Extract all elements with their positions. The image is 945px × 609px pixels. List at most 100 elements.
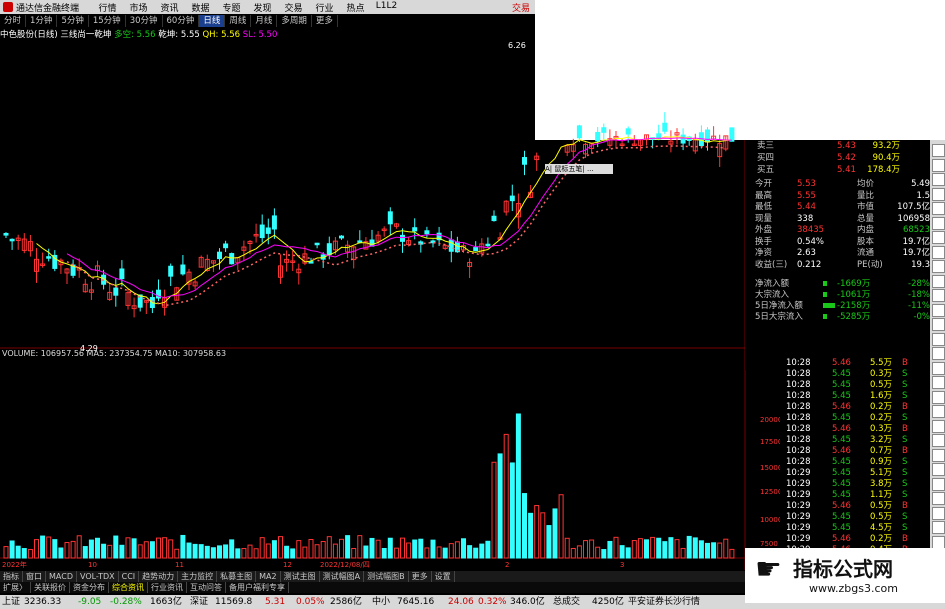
info-tab[interactable]: 备用户福利专享 [226, 582, 289, 593]
indicator-tab[interactable]: CCI [119, 571, 140, 582]
app-logo-icon [3, 2, 13, 12]
tick-volume: 5.1万 [870, 468, 893, 478]
volume-info: VOLUME: 106957.56 MA5: 237354.75 MA10: 3… [2, 349, 226, 358]
indicator-tab[interactable]: 测试主图 [281, 571, 320, 582]
side-tool-icon[interactable] [932, 521, 945, 534]
stat-row: 净资 2.63 流通 19.7亿 [745, 247, 930, 259]
side-tool-icon[interactable] [932, 463, 945, 476]
side-tool-icon[interactable] [932, 289, 945, 302]
indicator-tab[interactable]: 私募主图 [217, 571, 257, 582]
side-tool-icon[interactable] [932, 318, 945, 331]
side-tool-icon[interactable] [932, 448, 945, 462]
indicator-name[interactable]: 三线尚一乾坤 [60, 30, 111, 40]
volume-bar [717, 542, 723, 559]
tick-direction: S [902, 512, 908, 522]
side-tool-icon[interactable] [932, 245, 945, 259]
side-tool-icon[interactable] [932, 144, 945, 157]
volume-bar [162, 537, 168, 559]
side-tool-icon[interactable] [932, 202, 945, 215]
indicator-tab[interactable]: 测试幅图A [320, 571, 365, 582]
candle-body [448, 239, 454, 252]
side-tool-icon[interactable] [932, 376, 945, 389]
side-tool-icon[interactable] [932, 187, 945, 201]
indicator-tab[interactable]: MA2 [256, 571, 281, 582]
period-tab[interactable]: 60分钟 [163, 15, 200, 27]
info-tab[interactable]: 资金分布 [70, 582, 109, 593]
tick-volume: 3.2万 [870, 435, 893, 445]
period-tab[interactable]: 30分钟 [126, 15, 163, 27]
side-tool-icon[interactable] [932, 361, 945, 375]
info-tab[interactable]: 互动问答 [187, 582, 226, 593]
volume-bar [461, 538, 466, 559]
period-tab[interactable]: 多周期 [277, 15, 312, 27]
side-tool-icon[interactable] [932, 216, 945, 230]
menu-item[interactable]: 发现 [247, 1, 278, 14]
info-tab[interactable]: 行业资讯 [148, 582, 187, 593]
indicator-tab[interactable]: 主力监控 [178, 571, 218, 582]
side-tool-icon[interactable] [932, 332, 945, 346]
volume-bar [180, 534, 186, 559]
period-tab[interactable]: 更多 [312, 15, 338, 27]
menu-item[interactable]: 数据 [185, 1, 216, 14]
side-tool-icon[interactable] [932, 434, 945, 447]
menu-item[interactable]: 资讯 [154, 1, 185, 14]
total-label: 总成交 [553, 597, 581, 607]
side-tool-icon[interactable] [932, 260, 945, 273]
side-tool-icon[interactable] [932, 158, 945, 172]
side-tool-icon[interactable] [932, 303, 945, 317]
tick-time: 10:29 [786, 468, 811, 478]
indicator-tab[interactable]: 指标 [0, 571, 23, 582]
info-tab[interactable]: 扩展〉 [0, 582, 31, 593]
high-price-label: 6.26 [508, 41, 526, 50]
side-tool-icon[interactable] [932, 231, 945, 244]
side-tool-icon[interactable] [932, 477, 945, 491]
indicator-tab[interactable]: 设置 [432, 571, 455, 582]
menu-item[interactable]: 市场 [123, 1, 154, 14]
input-popup[interactable]: A| 鼠标五笔| ... [545, 164, 613, 174]
menu-item[interactable]: L1L2 [371, 1, 402, 14]
candle-body [357, 240, 363, 243]
side-tool-icon[interactable] [932, 419, 945, 433]
indicator-tab[interactable]: 趋势动力 [139, 571, 179, 582]
tick-price: 5.45 [832, 457, 851, 467]
info-tab[interactable]: 综合资讯 [109, 582, 148, 593]
period-tab[interactable]: 分时 [0, 15, 27, 27]
indicator-tab[interactable]: 测试幅图B [364, 571, 409, 582]
period-tab[interactable]: 5分钟 [57, 15, 89, 27]
volume-bar [631, 540, 637, 559]
volume-bar [406, 542, 412, 559]
candle-body [168, 265, 174, 277]
side-tool-icon[interactable] [932, 492, 945, 505]
side-tool-icon[interactable] [932, 535, 945, 549]
tick-list[interactable]: 10:28 5.46 5.5万 B 10:28 5.45 0.3万 S 10:28 5.45 0.5… [780, 358, 930, 568]
period-tab[interactable]: 1分钟 [26, 15, 58, 27]
side-tool-icon[interactable] [932, 347, 945, 360]
side-tool-icon[interactable] [932, 173, 945, 186]
period-tab[interactable]: 15分钟 [89, 15, 126, 27]
period-tab[interactable]: 日线 [199, 15, 226, 27]
side-tool-icon[interactable] [932, 506, 945, 520]
period-tab[interactable]: 周线 [225, 15, 252, 27]
kline-chart[interactable]: 5.605.405.205.004.804.604.404.3120000175… [0, 40, 780, 570]
indicator-tab[interactable]: MACD [46, 571, 77, 582]
side-tool-icon[interactable] [932, 274, 945, 288]
volume-bar [210, 547, 216, 559]
info-tab[interactable]: 关联报价 [31, 582, 70, 593]
tick-direction: B [902, 402, 908, 412]
menu-item[interactable]: 行业 [309, 1, 340, 14]
volume-bar [467, 545, 473, 559]
period-tab[interactable]: 月线 [251, 15, 278, 27]
tick-direction: S [902, 380, 908, 390]
indicator-tab[interactable]: 窗口 [23, 571, 46, 582]
indicator-tab[interactable]: 更多 [409, 571, 432, 582]
menu-item[interactable]: 行情 [92, 1, 123, 14]
menu-item[interactable]: 热点 [340, 1, 371, 14]
menu-item[interactable]: 专题 [216, 1, 247, 14]
side-tool-icon[interactable] [932, 390, 945, 404]
trade-menu[interactable]: 交易 [512, 1, 530, 14]
tick-row: 10:28 5.46 0.2万 B [780, 402, 930, 413]
menu-item[interactable]: 交易 [278, 1, 309, 14]
indicator-tab[interactable]: VOL-TDX [77, 571, 119, 582]
side-tool-icon[interactable] [932, 405, 945, 418]
candle-body [9, 238, 15, 242]
